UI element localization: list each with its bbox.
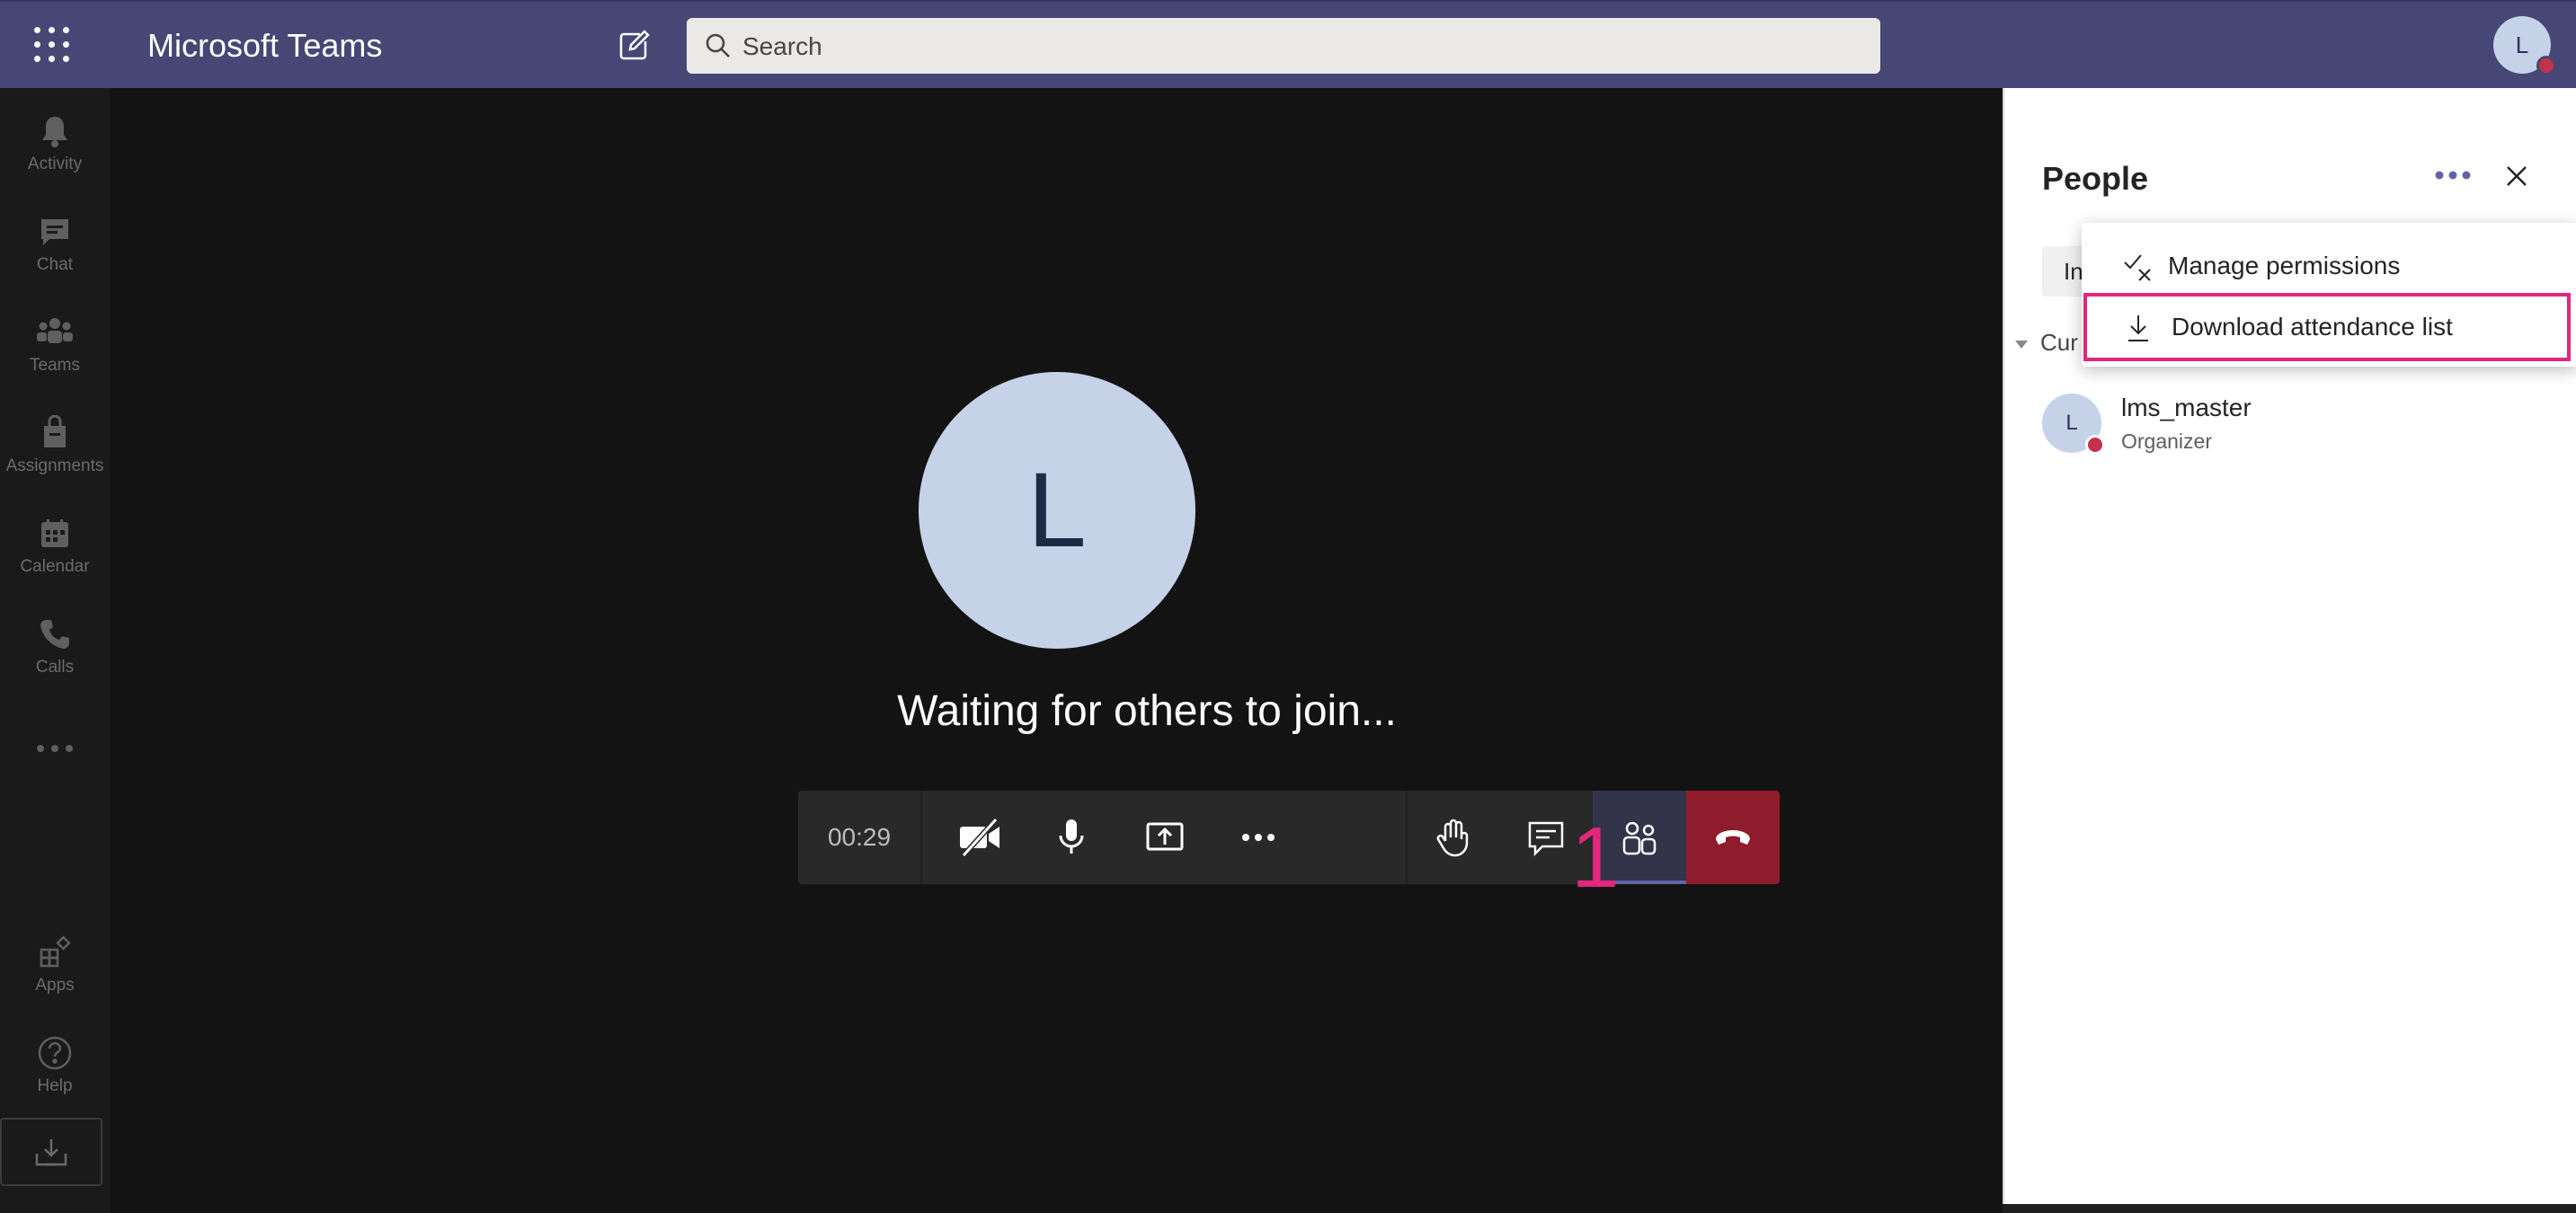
pane-title: People: [2042, 160, 2149, 197]
chevron-down-icon: [2015, 340, 2028, 349]
section-label: Cur: [2040, 329, 2078, 356]
new-chat-icon[interactable]: [617, 29, 653, 65]
rail-label: Teams: [30, 356, 80, 375]
rail-label: Activity: [27, 155, 83, 173]
more-icon: [1242, 834, 1275, 841]
participant-row[interactable]: L lms_master Organizer: [2042, 394, 2545, 465]
pane-more-options-button[interactable]: [2430, 162, 2475, 189]
raise-hand-button[interactable]: [1406, 791, 1499, 884]
participant-avatar: L: [919, 372, 1195, 649]
microphone-icon: [1059, 819, 1084, 854]
apps-icon: [40, 935, 71, 968]
rail-item-teams[interactable]: Teams: [0, 302, 110, 392]
download-icon: [35, 1139, 67, 1166]
rail-item-activity[interactable]: Activity: [0, 101, 110, 190]
people-icon: [1622, 821, 1657, 855]
close-pane-button[interactable]: [2499, 158, 2535, 194]
presence-busy-indicator: [2085, 435, 2105, 455]
microphone-toggle-button[interactable]: [1025, 791, 1118, 884]
step-1-annotation: 1: [1571, 810, 1620, 906]
share-screen-button[interactable]: [1118, 791, 1212, 884]
call-controls-bar: 00:29: [798, 791, 1780, 884]
raise-hand-icon: [1436, 819, 1469, 857]
share-screen-icon: [1146, 822, 1184, 851]
more-apps-icon[interactable]: [32, 735, 77, 762]
help-icon: [38, 1036, 72, 1070]
participant-role: Organizer: [2121, 429, 2212, 453]
rail-item-apps[interactable]: Apps: [0, 922, 110, 1012]
app-launcher-icon[interactable]: [34, 27, 70, 63]
search-input[interactable]: [741, 27, 1859, 66]
avatar-initial: L: [2065, 411, 2078, 435]
rail-label: Calendar: [20, 557, 90, 576]
hang-up-button[interactable]: [1686, 791, 1780, 884]
rail-label: Chat: [36, 255, 74, 274]
close-icon: [2507, 166, 2527, 186]
menu-item-label: Download attendance list: [2172, 313, 2453, 341]
menu-item-download-attendance[interactable]: Download attendance list: [2083, 293, 2571, 361]
rail-label: Apps: [35, 976, 75, 995]
pane-options-menu: Manage permissions Download attendance l…: [2082, 223, 2576, 367]
rail-item-chat[interactable]: Chat: [0, 201, 110, 291]
participant-name: lms_master: [2121, 394, 2252, 421]
chat-icon: [1528, 821, 1564, 857]
camera-toggle-button[interactable]: [931, 791, 1025, 884]
chat-icon: [41, 219, 68, 245]
presence-busy-indicator: [2536, 56, 2556, 75]
assignments-icon: [44, 415, 66, 447]
teams-icon: [37, 318, 73, 343]
user-avatar-initial: L: [2515, 31, 2529, 58]
rail-item-help[interactable]: Help: [0, 1023, 110, 1112]
camera-off-icon: [960, 818, 999, 857]
rail-item-calendar[interactable]: Calendar: [0, 503, 110, 593]
meeting-stage: L Waiting for others to join...: [110, 88, 2003, 1213]
search-box[interactable]: [687, 18, 1880, 74]
hang-up-icon: [1716, 830, 1750, 845]
rail-item-calls[interactable]: Calls: [0, 604, 110, 694]
permissions-icon: [2124, 254, 2151, 281]
rail-item-assignments[interactable]: Assignments: [0, 403, 110, 492]
calendar-icon: [41, 519, 68, 547]
menu-item-manage-permissions[interactable]: Manage permissions: [2082, 237, 2576, 295]
top-bar: Microsoft Teams L: [0, 0, 2576, 88]
phone-icon: [40, 620, 69, 649]
more-actions-button[interactable]: [1212, 791, 1305, 884]
call-timer: 00:29: [798, 791, 922, 884]
app-rail: Activity Chat Teams Assignments Calendar: [0, 88, 110, 1213]
avatar: L: [2042, 394, 2105, 455]
rail-label: Calls: [35, 658, 75, 677]
search-icon: [706, 33, 730, 58]
app-title: Microsoft Teams: [147, 27, 383, 64]
currently-in-meeting-section[interactable]: Cur: [2015, 329, 2078, 357]
rail-label: Assignments: [5, 456, 104, 475]
waiting-message: Waiting for others to join...: [897, 687, 1397, 735]
bell-icon: [42, 117, 67, 147]
download-icon: [2128, 315, 2148, 341]
rail-label: Help: [37, 1076, 73, 1095]
more-icon: [2435, 171, 2471, 180]
user-avatar[interactable]: L: [2493, 16, 2556, 75]
menu-item-label: Manage permissions: [2168, 252, 2401, 279]
download-app-button[interactable]: [0, 1118, 102, 1186]
